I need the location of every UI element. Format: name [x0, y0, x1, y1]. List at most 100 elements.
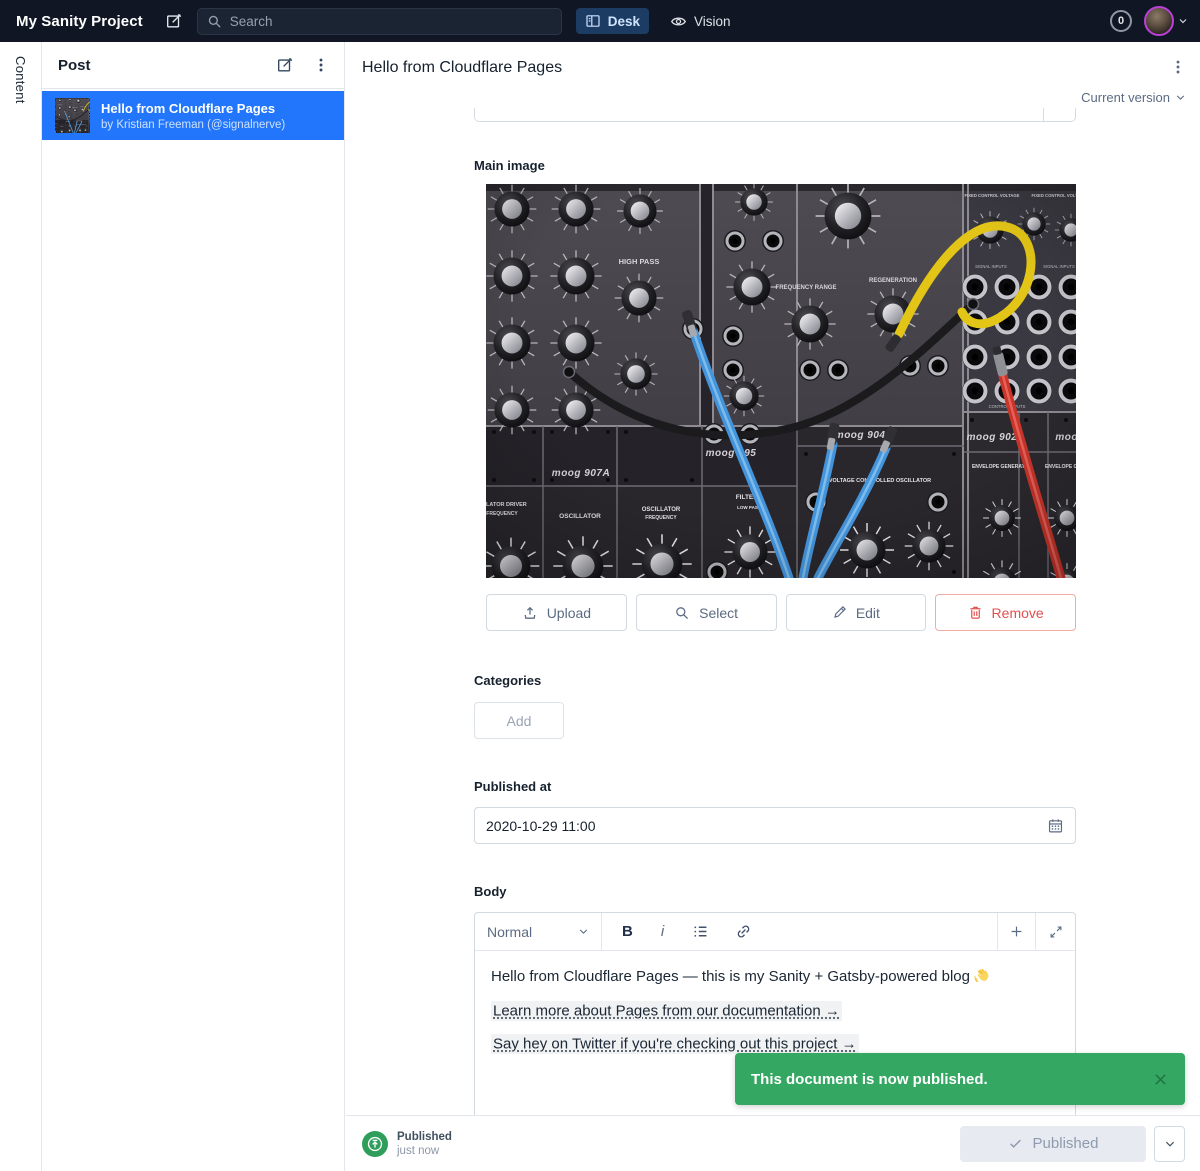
search-placeholder: Search: [230, 14, 273, 29]
list-pane-actions: [276, 56, 330, 74]
list-pane-header: Post: [42, 42, 344, 89]
upload-icon: [522, 605, 538, 621]
search-input[interactable]: Search: [197, 8, 562, 35]
chevron-down-icon: [1175, 92, 1186, 103]
fullscreen-button[interactable]: [1035, 913, 1075, 950]
desk-panes-icon: [585, 13, 601, 29]
footer-actions: Published: [960, 1126, 1185, 1162]
publish-arrow-icon: [366, 1135, 384, 1153]
format-buttons: B i: [602, 913, 997, 950]
plus-icon: [1009, 924, 1024, 939]
avatar[interactable]: [1144, 6, 1174, 36]
main-image[interactable]: [486, 184, 1076, 578]
tab-desk[interactable]: Desk: [576, 8, 649, 34]
sanity-studio-app: My Sanity Project Search Desk Vision 0: [0, 0, 1200, 1171]
navbar-right: 0: [1110, 6, 1188, 36]
remove-button-label: Remove: [992, 605, 1044, 621]
pencil-icon: [832, 605, 847, 620]
body-label: Body: [474, 884, 1076, 899]
style-selector-value: Normal: [487, 924, 532, 940]
document-menu-button[interactable]: [1169, 58, 1187, 76]
project-title: My Sanity Project: [16, 13, 143, 30]
trash-icon: [968, 605, 983, 620]
list-pane-title: Post: [58, 57, 91, 74]
publish-menu-button[interactable]: [1154, 1126, 1185, 1162]
select-button[interactable]: Select: [636, 594, 777, 631]
body-link-twitter[interactable]: Say hey on Twitter if you're checking ou…: [491, 1034, 859, 1054]
bold-button[interactable]: B: [622, 923, 633, 940]
main-image-label: Main image: [474, 158, 1076, 173]
upload-button[interactable]: Upload: [486, 594, 627, 631]
kebab-menu-icon[interactable]: [312, 56, 330, 74]
categories-label: Categories: [474, 673, 1076, 688]
toast-message: This document is now published.: [751, 1071, 988, 1088]
image-actions: Upload Select Edit: [486, 594, 1076, 631]
tab-vision-label: Vision: [694, 14, 731, 29]
document-editor-pane: Hello from Cloudflare Pages Current vers…: [346, 42, 1200, 1171]
body-link-documentation[interactable]: Learn more about Pages from our document…: [491, 1001, 842, 1021]
published-at-label: Published at: [474, 779, 1076, 794]
tool-rail: Content: [0, 42, 42, 1171]
search-icon: [674, 605, 690, 621]
editor-content[interactable]: Hello from Cloudflare Pages — this is my…: [475, 951, 1075, 1068]
list-item-thumbnail: [55, 98, 90, 133]
publish-status-label: Published: [397, 1131, 452, 1143]
document-form-scroll[interactable]: Main image Upload Sele: [346, 108, 1200, 1115]
publish-status-icon: [362, 1131, 388, 1157]
calendar-button[interactable]: [1047, 817, 1064, 834]
chevron-down-icon: [578, 926, 589, 937]
link-icon: [735, 923, 752, 940]
publish-status-time: just now: [397, 1145, 452, 1157]
remove-button[interactable]: Remove: [935, 594, 1076, 631]
search-icon: [207, 14, 222, 29]
document-title: Hello from Cloudflare Pages: [362, 59, 562, 77]
published-at-input[interactable]: 2020-10-29 11:00: [474, 807, 1076, 844]
style-selector[interactable]: Normal: [475, 913, 602, 950]
document-form: Main image Upload Sele: [474, 108, 1076, 1115]
list-item-meta: Hello from Cloudflare Pages by Kristian …: [101, 101, 285, 131]
list-item-post[interactable]: Hello from Cloudflare Pages by Kristian …: [42, 91, 344, 140]
toast-close-button[interactable]: [1152, 1071, 1169, 1088]
add-category-button[interactable]: Add: [474, 702, 564, 739]
chevron-down-icon: [1178, 16, 1188, 26]
bullet-list-icon: [692, 923, 709, 940]
document-header: Hello from Cloudflare Pages Current vers…: [346, 42, 1200, 108]
kebab-menu-icon: [1169, 58, 1187, 76]
version-selector[interactable]: Current version: [1081, 90, 1186, 105]
top-navbar: My Sanity Project Search Desk Vision 0: [0, 0, 1200, 42]
bullet-list-button[interactable]: [692, 923, 709, 940]
editor-toolbar: Normal B i: [475, 913, 1075, 951]
select-button-label: Select: [699, 605, 738, 621]
eye-icon: [670, 13, 687, 30]
waving-hand-emoji: [974, 967, 991, 984]
publish-status-meta: Published just now: [397, 1131, 452, 1157]
paragraph-text: Hello from Cloudflare Pages — this is my…: [491, 968, 970, 985]
publish-button[interactable]: Published: [960, 1126, 1146, 1162]
check-icon: [1008, 1136, 1023, 1151]
insert-block-button[interactable]: [997, 913, 1035, 950]
edit-button[interactable]: Edit: [786, 594, 927, 631]
list-item-subtitle: by Kristian Freeman (@signalnerve): [101, 119, 285, 131]
published-at-value: 2020-10-29 11:00: [486, 818, 596, 834]
paragraph: Hello from Cloudflare Pages — this is my…: [491, 966, 1059, 987]
tab-desk-label: Desk: [608, 14, 640, 29]
list-item-title: Hello from Cloudflare Pages: [101, 101, 285, 116]
version-label: Current version: [1081, 90, 1170, 105]
compose-icon: [165, 12, 183, 30]
notifications-badge[interactable]: 0: [1110, 10, 1132, 32]
published-toast: This document is now published.: [735, 1053, 1185, 1105]
slug-field-partial[interactable]: [474, 108, 1076, 122]
expand-icon: [1049, 925, 1063, 939]
tab-vision[interactable]: Vision: [661, 8, 740, 35]
rail-content-tab[interactable]: Content: [13, 56, 28, 104]
italic-button[interactable]: i: [659, 923, 666, 940]
user-menu-button[interactable]: [1178, 16, 1188, 26]
chevron-down-icon: [1164, 1138, 1176, 1150]
document-footer: Published just now Published: [346, 1115, 1200, 1171]
link-button[interactable]: [735, 923, 752, 940]
edit-button-label: Edit: [856, 605, 880, 621]
upload-button-label: Upload: [547, 605, 591, 621]
compose-icon[interactable]: [276, 56, 294, 74]
new-document-button[interactable]: [165, 12, 183, 30]
close-icon: [1152, 1071, 1169, 1088]
